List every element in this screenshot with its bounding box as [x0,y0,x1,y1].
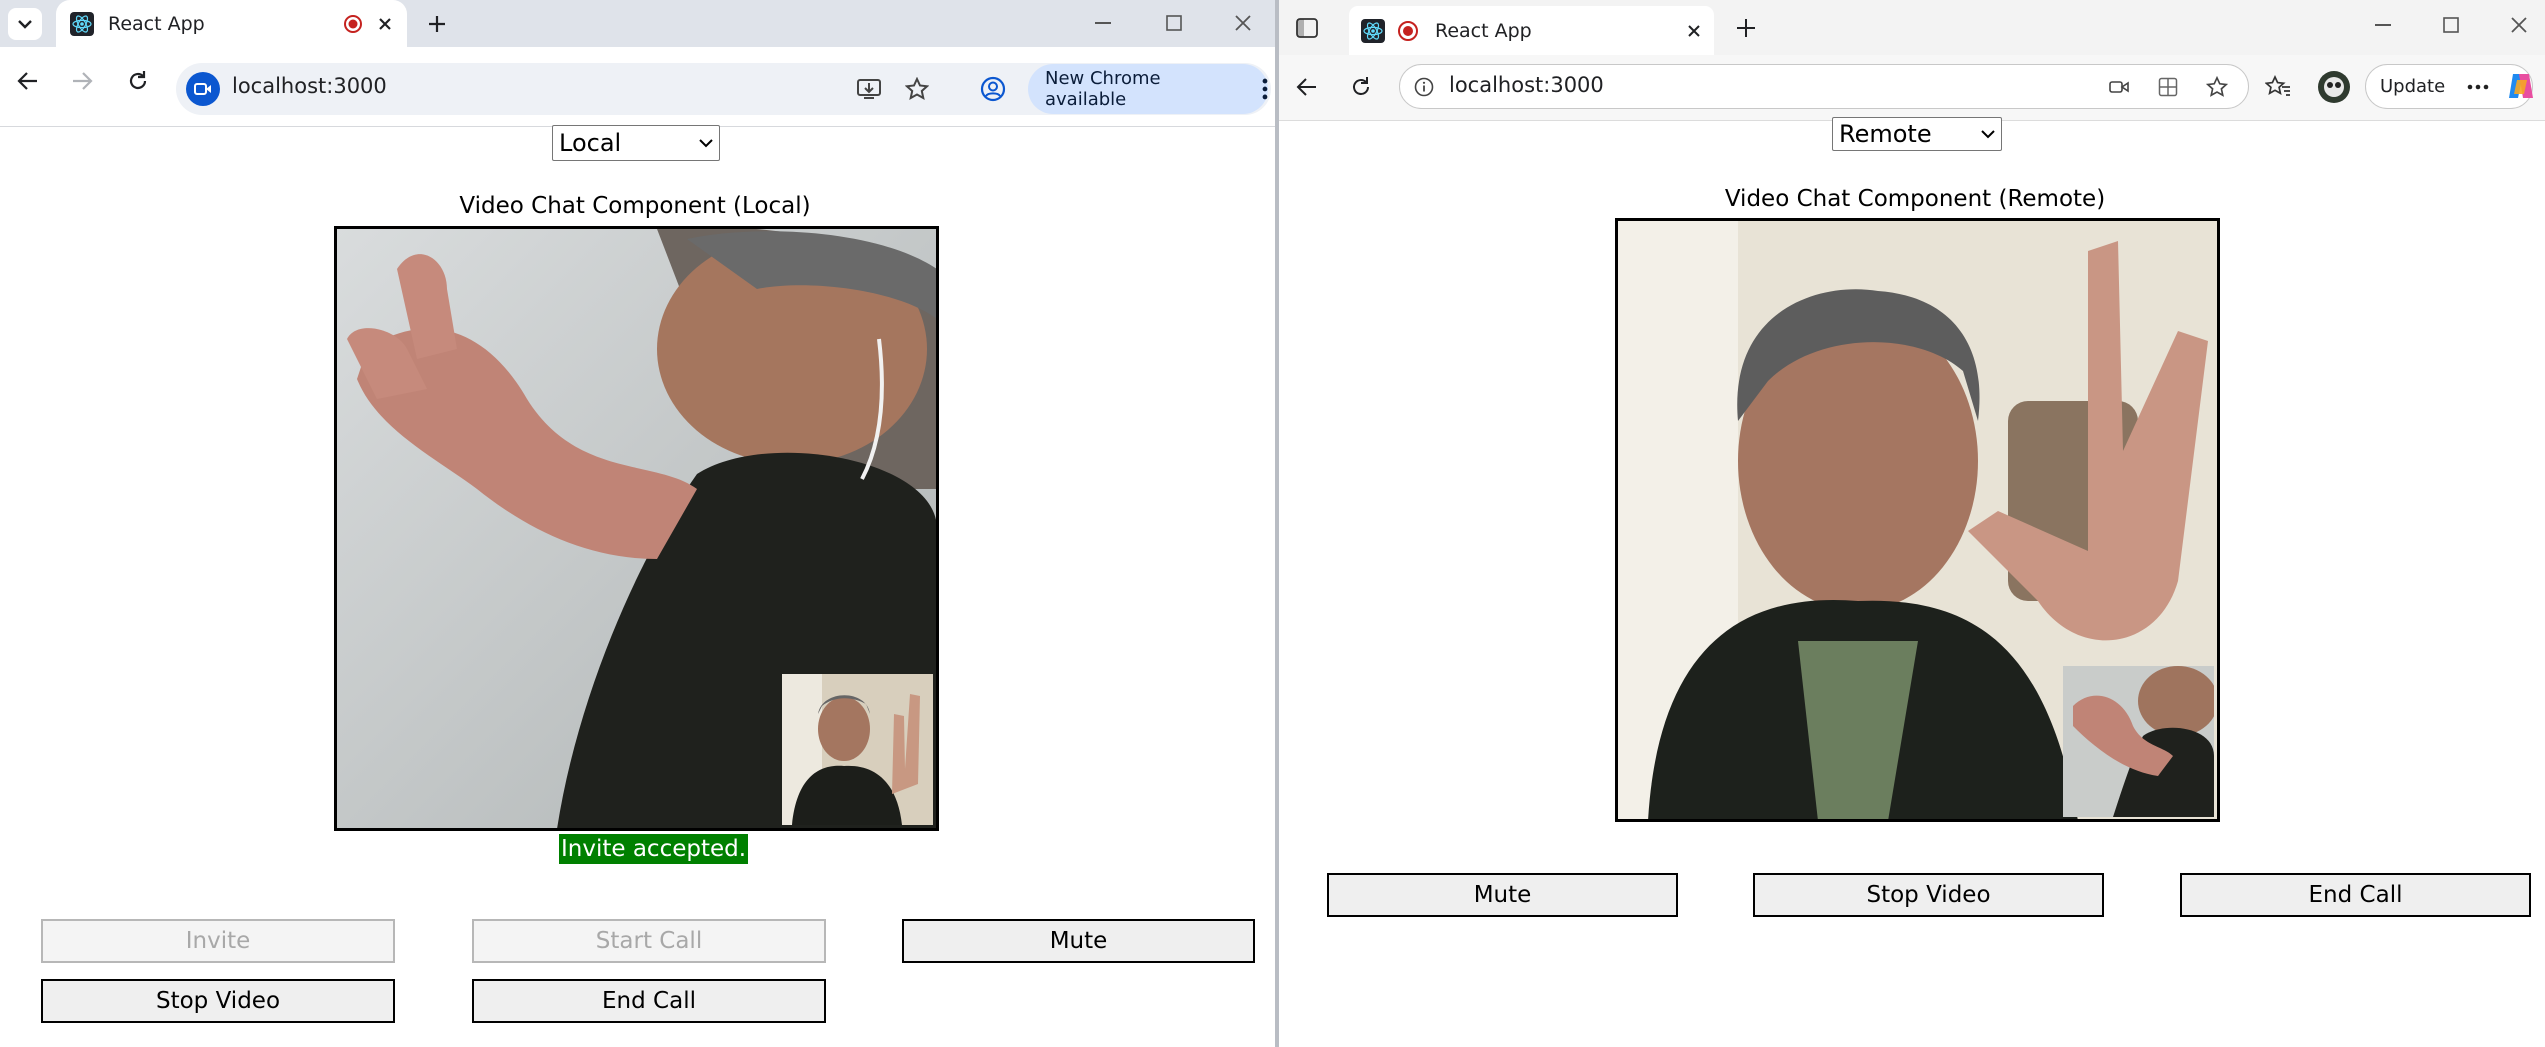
camera-icon [2109,81,2129,93]
tab-actions-icon [1296,18,1318,38]
forward-button[interactable] [64,63,100,99]
maximize-icon [1166,15,1182,31]
url-text: localhost:3000 [232,74,387,98]
tab-strip: React App [1279,0,2545,55]
arrow-left-icon [1296,78,1316,96]
update-chip-label: New Chrome available [1045,68,1161,110]
install-app-button[interactable] [852,72,886,106]
close-tab-icon[interactable] [1686,23,1702,39]
maximize-icon [2443,17,2459,33]
component-heading: Video Chat Component (Local) [459,193,811,219]
browser-tab[interactable]: React App [56,0,407,47]
remote-video [1615,218,2220,822]
local-video-pip [782,674,933,825]
copilot-icon [2509,74,2533,98]
chevron-down-icon [699,138,713,147]
profile-button[interactable] [2315,68,2353,106]
app-available-button[interactable] [2153,72,2183,102]
mute-button[interactable]: Mute [902,919,1255,963]
chrome-window: React App localhost:3000 New Chrome avai… [0,0,1275,1047]
copilot-button[interactable] [2501,66,2541,106]
chevron-down-icon [1981,129,1995,138]
site-info-button[interactable] [1409,72,1439,102]
more-vert-icon [1262,78,1268,100]
new-chrome-available-button[interactable]: New Chrome available [1028,64,1268,114]
local-video-pip [2063,666,2214,817]
invite-button[interactable]: Invite [41,919,395,963]
profile-button[interactable] [976,72,1010,106]
react-logo-icon [70,11,94,36]
minimize-icon [2375,24,2391,26]
recording-indicator-icon [344,14,362,33]
profile-icon [980,76,1006,102]
info-icon [1414,77,1434,97]
reload-button[interactable] [1343,69,1379,105]
close-tab-icon[interactable] [377,16,393,32]
minimize-button[interactable] [2363,10,2403,40]
close-window-button[interactable] [2499,10,2539,40]
url-text: localhost:3000 [1449,73,1604,97]
end-call-button[interactable]: End Call [472,979,826,1023]
reload-icon [1353,77,1369,95]
maximize-button[interactable] [1154,8,1194,38]
plus-icon [429,16,445,32]
edge-window: React App localhost:3000 Update Remote V… [1279,0,2545,1047]
star-icon [2206,76,2228,97]
tab-actions-button[interactable] [1291,12,1323,44]
maximize-button[interactable] [2431,10,2471,40]
camera-in-use-icon[interactable] [186,72,220,106]
reload-icon [129,71,147,90]
recording-indicator-icon [1398,20,1418,41]
camera-in-use-button[interactable] [2104,72,2134,102]
reload-button[interactable] [120,63,156,99]
mute-button[interactable]: Mute [1327,873,1678,917]
star-icon [905,77,929,100]
tab-title: React App [1435,19,1532,42]
minimize-button[interactable] [1083,8,1123,38]
tab-search-button[interactable] [8,8,42,40]
close-icon [2511,17,2527,33]
stop-video-button[interactable]: Stop Video [41,979,395,1023]
tab-strip: React App [0,0,1275,47]
favorites-icon [2265,75,2290,96]
close-window-button[interactable] [1223,8,1263,38]
mode-select[interactable]: Local [552,125,720,161]
plus-icon [1737,19,1755,37]
back-button[interactable] [1289,69,1325,105]
arrow-right-icon [73,72,93,90]
update-label: Update [2380,76,2446,97]
start-call-button[interactable]: Start Call [472,919,826,963]
mode-select-value: Remote [1839,120,1932,148]
component-heading: Video Chat Component (Remote) [1724,186,2106,212]
status-message: Invite accepted. [559,834,749,864]
minimize-icon [1095,22,1111,24]
stop-video-button[interactable]: Stop Video [1753,873,2104,917]
remote-video [334,226,939,831]
new-tab-button[interactable] [1729,12,1763,44]
browser-tab[interactable]: React App [1349,6,1714,55]
new-tab-button[interactable] [420,9,454,39]
react-logo-icon [1361,18,1385,43]
bookmark-button[interactable] [900,72,934,106]
mode-select-value: Local [559,129,622,157]
chevron-down-icon [18,20,32,29]
favorites-button[interactable] [2261,70,2295,104]
more-horiz-icon [2467,84,2489,89]
arrow-left-icon [17,72,37,90]
tab-title: React App [108,12,205,35]
app-icon [2158,77,2178,97]
add-favorite-button[interactable] [2201,71,2233,103]
install-icon [857,79,881,99]
profile-avatar-icon [2318,71,2350,103]
close-icon [1235,15,1251,31]
end-call-button[interactable]: End Call [2180,873,2531,917]
back-button[interactable] [10,63,46,99]
mode-select[interactable]: Remote [1832,117,2002,151]
